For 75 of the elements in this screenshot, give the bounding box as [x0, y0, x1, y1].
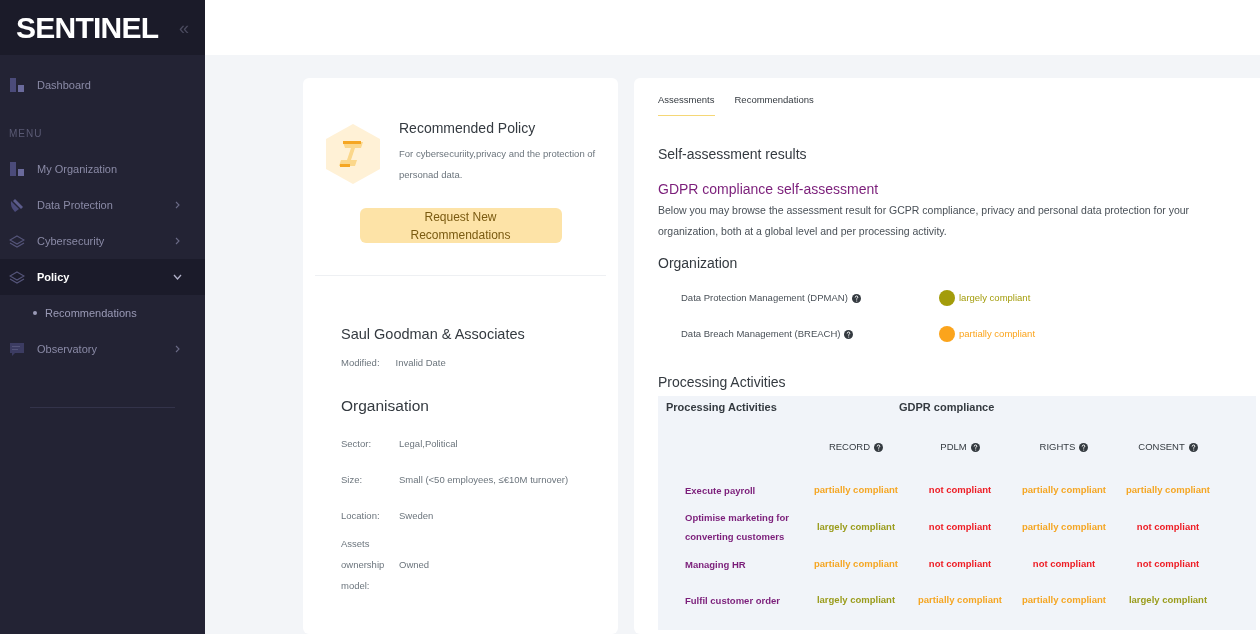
satellite-icon: [9, 197, 25, 213]
bar-chart-icon: [9, 161, 25, 177]
tab[interactable]: Recommendations: [734, 86, 814, 116]
organization-name: Saul Goodman & Associates: [341, 325, 526, 344]
status-text: largely compliant: [1127, 592, 1209, 607]
assessment-label: Data Breach Management (BREACH): [681, 326, 841, 341]
field-value: Small (<50 employees, ≤€10M turnover): [399, 472, 569, 487]
assessment-label: Data Protection Management (DPMAN): [681, 290, 848, 305]
status-text: largely compliant: [815, 519, 897, 534]
modified-label: Modified:: [341, 355, 380, 370]
sidebar-item[interactable]: Policy: [0, 259, 205, 295]
status-text: partially compliant: [1021, 482, 1107, 497]
column-header: PDLM: [940, 439, 967, 454]
chat-icon: [9, 341, 25, 357]
sidebar-item[interactable]: Data Protection: [0, 187, 205, 223]
status-text: not compliant: [1135, 556, 1201, 571]
description: Below you may browse the assessment result for GCPR compliance, privacy and personal data protection for your organization, both at a global level and per processing activity.: [658, 203, 1191, 239]
field-label: Size:: [341, 472, 364, 487]
sidebar-item[interactable]: Cybersecurity: [0, 223, 205, 259]
help-icon: [874, 442, 884, 452]
field-label: Assets ownership model:: [341, 537, 386, 594]
submenu-item[interactable]: Recommendations: [0, 295, 205, 331]
status-text: partially compliant: [917, 592, 1003, 607]
status-text: partially compliant: [1021, 519, 1107, 534]
field-value: Legal,Political: [399, 436, 458, 451]
section-title: Organisation: [341, 396, 430, 416]
menu-section-label: MENU: [8, 126, 44, 141]
field-value: Sweden: [399, 508, 434, 523]
status-text: not compliant: [1135, 519, 1201, 534]
policy-title: Recommended Policy: [399, 119, 537, 138]
status-text: partially compliant: [959, 326, 1036, 341]
tab[interactable]: Assessments: [658, 86, 715, 116]
field-value: Owned: [399, 558, 430, 573]
status-text: largely compliant: [959, 290, 1031, 305]
section-title: Processing Activities: [658, 373, 787, 392]
bar-chart-icon: [9, 77, 25, 93]
status-text: largely compliant: [815, 592, 897, 607]
help-icon: [851, 293, 861, 303]
sidebar-item[interactable]: Observatory: [0, 331, 205, 367]
policy-description: For cybersecuriity,privacy and the protection of personad data.: [399, 147, 597, 182]
column-header: CONSENT: [1138, 439, 1185, 454]
field-label: Location:: [341, 508, 381, 523]
help-icon: [844, 329, 854, 339]
activity-name: Optimise marketing for converting customers: [684, 511, 790, 544]
column-header: RECORD: [828, 439, 871, 454]
help-icon: [1188, 442, 1198, 452]
sidebar-item[interactable]: My Organization: [0, 151, 205, 187]
status-text: not compliant: [1031, 556, 1097, 571]
column-header: RIGHTS: [1039, 439, 1076, 454]
document-hexagon-icon: [323, 122, 383, 186]
activity-name: Managing HR: [684, 557, 747, 572]
section-title: Organization: [658, 254, 739, 273]
layers-icon: [9, 269, 25, 285]
status-text: partially compliant: [1125, 482, 1211, 497]
help-icon: [970, 442, 980, 452]
status-text: not compliant: [927, 482, 993, 497]
layers-icon: [9, 233, 25, 249]
logo: SENTINEL: [16, 10, 159, 46]
sidebar-item[interactable]: Dashboard: [0, 67, 205, 103]
subtitle: GDPR compliance self-assessment: [658, 180, 880, 199]
activity-name: Execute payroll: [684, 483, 757, 498]
request-recommendations-button[interactable]: Request New Recommendations: [359, 208, 562, 243]
field-label: Sector:: [341, 436, 373, 451]
activity-name: Fulfil customer order: [684, 593, 781, 608]
help-icon: [1079, 442, 1089, 452]
section-title: Self-assessment results: [658, 145, 808, 164]
status-text: not compliant: [927, 556, 993, 571]
status-text: partially compliant: [813, 556, 899, 571]
bullet-icon: [33, 311, 37, 315]
status-text: not compliant: [927, 519, 993, 534]
table-header: Processing Activities: [666, 399, 778, 415]
status-text: partially compliant: [813, 482, 899, 497]
modified-value: Invalid Date: [395, 355, 446, 370]
status-text: partially compliant: [1021, 592, 1107, 607]
table-header: GDPR compliance: [899, 399, 995, 415]
